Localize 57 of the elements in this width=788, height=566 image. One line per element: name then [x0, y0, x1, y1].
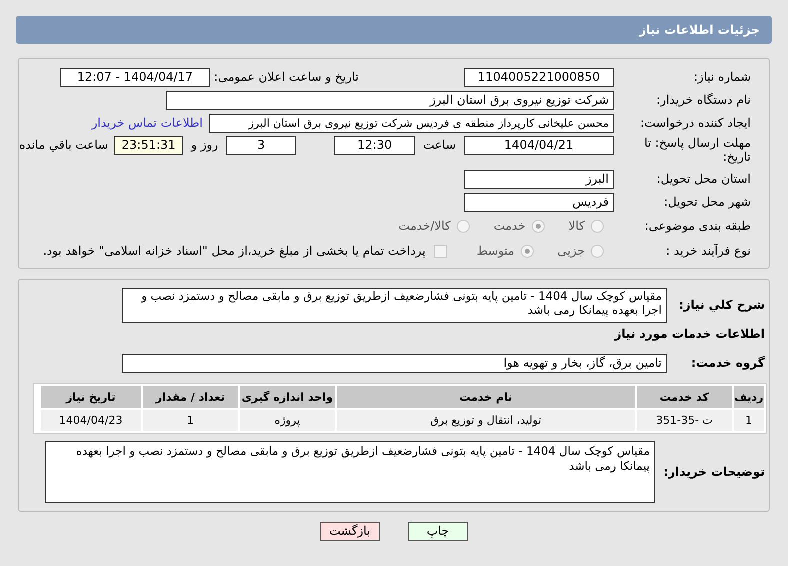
radio-label: متوسط	[476, 244, 515, 258]
radio-button[interactable]	[532, 220, 545, 232]
page-header: جزئیات اطلاعات نیاز	[16, 16, 772, 44]
radio-label: جزیی	[558, 244, 585, 258]
countdown-field[interactable]: 23:51:31	[114, 136, 184, 155]
radio-button[interactable]	[520, 244, 534, 258]
checkbox[interactable]	[434, 244, 447, 258]
radio-label: کالا/خدمت	[398, 218, 451, 234]
column-header: ردیف	[734, 386, 764, 408]
field-label: ایجاد کننده درخواست:	[639, 116, 751, 130]
field-label: مهلت ارسال پاسخ: تا تاریخ:	[643, 136, 751, 164]
field-label: طبقه بندی موضوعی:	[644, 218, 751, 234]
column-header: کد خدمت	[637, 386, 732, 408]
field-label: گروه خدمت:	[690, 356, 766, 371]
table-cell: 1	[734, 410, 764, 431]
text-field[interactable]: تامین برق، گاز، بخار و تهویه هوا	[122, 354, 667, 373]
field-label: نوع فرآیند خرید :	[665, 244, 751, 258]
text-field[interactable]: 1404/04/17 - 12:07	[60, 68, 210, 86]
back-button[interactable]: بازگشت	[320, 522, 380, 541]
radio-label: کالا	[568, 218, 585, 234]
column-header: نام خدمت	[337, 386, 635, 408]
radio-button[interactable]	[456, 220, 470, 232]
column-header: واحد اندازه گیری	[240, 386, 335, 408]
field-label: نام دستگاه خریدار:	[656, 92, 751, 108]
radio-button[interactable]	[591, 220, 604, 232]
table-cell: ت -35-351	[637, 410, 732, 431]
text-field[interactable]: 12:30	[334, 136, 416, 155]
field-label: استان محل تحویل:	[656, 172, 751, 186]
field-label: شرح کلي نیاز:	[678, 298, 766, 313]
text-area[interactable]: مقیاس کوچک سال 1404 - تامین پایه بتونی فشارضعیف ازطریق توزیع برق و مابقی مصالح و دستمزد نصب و اجرا بعهده پیمانکا رمی باشد	[122, 288, 667, 323]
table-cell: تولید، انتقال و توزیع برق	[337, 410, 635, 431]
column-header: تاریخ نیاز	[41, 386, 141, 408]
text-field[interactable]: 1104005221000850	[464, 68, 614, 86]
field-label: شهر محل تحویل:	[663, 194, 751, 210]
field-label: شماره نیاز:	[693, 70, 751, 84]
text-field[interactable]: محسن علیخانی کارپرداز منطقه ی فردیس شرکت توزیع نیروی برق استان البرز	[209, 114, 614, 132]
table-cell: 1	[143, 410, 238, 431]
field-label: تاریخ و ساعت اعلان عمومی:	[214, 70, 359, 84]
table-cell: پروژه	[240, 410, 335, 431]
text-field[interactable]: 1404/04/21	[464, 136, 614, 155]
print-button[interactable]: چاپ	[408, 522, 468, 541]
text-area[interactable]: مقیاس کوچک سال 1404 - تامین پایه بتونی فشارضعیف ازطریق توزیع برق و مابقی مصالح و دستمزد نصب و اجرا بعهده پیمانکا رمی باشد	[45, 441, 655, 503]
radio-button[interactable]	[591, 244, 604, 258]
text-field[interactable]: شرکت توزیع نیروی برق استان البرز	[166, 90, 614, 110]
checkbox-label: پرداخت تمام یا بخشی از مبلغ خرید،از محل "اسناد خزانه اسلامی" خواهد بود.	[43, 244, 426, 258]
field-label: توضیحات خریدار:	[662, 464, 766, 480]
contact-link[interactable]: اطلاعات تماس خریدار	[92, 116, 203, 130]
text-field[interactable]: البرز	[464, 170, 614, 188]
column-header: تعداد / مقدار	[143, 386, 238, 408]
text-field[interactable]: فردیس	[464, 192, 614, 212]
radio-label: خدمت	[494, 218, 526, 234]
field-label: روز و	[191, 138, 218, 153]
section-title: اطلاعات خدمات مورد نیاز	[613, 327, 766, 342]
table-cell: 1404/04/23	[41, 410, 141, 431]
field-label: ساعت باقي مانده	[19, 138, 108, 153]
text-field[interactable]: 3	[226, 136, 296, 155]
field-label: ساعت	[423, 138, 456, 153]
